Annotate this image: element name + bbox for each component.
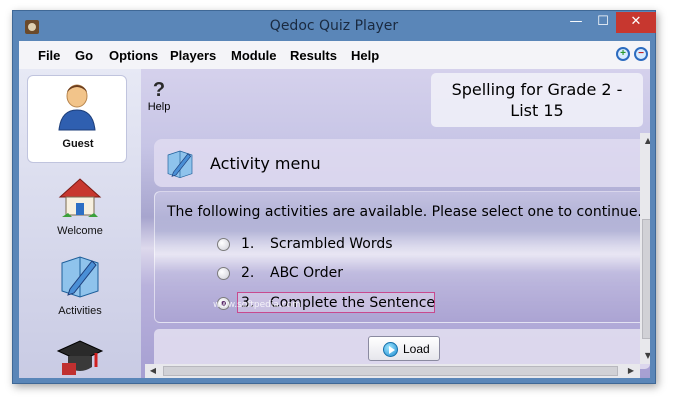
lesson-title-box: Spelling for Grade 2 - List 15 xyxy=(431,73,643,127)
scroll-left-arrow[interactable]: ◀ xyxy=(148,366,158,375)
scroll-right-arrow[interactable]: ▶ xyxy=(626,366,636,375)
sidebar-item-activities[interactable]: Activities xyxy=(19,245,141,325)
graduation-cap-icon xyxy=(56,340,104,375)
load-button[interactable]: Load xyxy=(368,336,440,361)
radio-button[interactable] xyxy=(217,267,230,280)
user-name: Guest xyxy=(62,138,94,150)
user-button[interactable]: Guest xyxy=(27,75,127,163)
scroll-up-arrow[interactable]: ▲ xyxy=(640,136,650,145)
help-label: Help xyxy=(147,101,171,113)
user-icon xyxy=(58,84,96,131)
load-bar: Load xyxy=(154,329,650,369)
activity-intro: The following activities are available. … xyxy=(167,204,642,220)
play-icon xyxy=(383,342,398,357)
help-button[interactable]: ? Help xyxy=(145,79,173,113)
sidebar-item-welcome-label: Welcome xyxy=(57,225,103,237)
sidebar-item-courses[interactable] xyxy=(19,331,141,378)
activity-title: Activity menu xyxy=(210,154,321,173)
sidebar: Guest Welcome Activities xyxy=(19,69,141,378)
menu-players[interactable]: Players xyxy=(170,48,216,63)
app-window: Qedoc Quiz Player — ☐ ✕ File Go Options … xyxy=(12,10,656,384)
sidebar-item-activities-label: Activities xyxy=(58,305,102,317)
horizontal-scroll-thumb[interactable] xyxy=(163,366,618,376)
option-number: 1. xyxy=(241,236,255,252)
menu-module[interactable]: Module xyxy=(231,48,277,63)
zoom-in-icon[interactable]: + xyxy=(616,47,630,61)
window-title: Qedoc Quiz Player xyxy=(269,18,399,34)
option-label: Scrambled Words xyxy=(270,236,393,252)
menu-options[interactable]: Options xyxy=(109,48,158,63)
horizontal-scrollbar[interactable]: ◀ ▶ xyxy=(145,364,640,378)
option-label: ABC Order xyxy=(270,265,343,281)
menu-file[interactable]: File xyxy=(38,48,60,63)
vertical-scroll-thumb[interactable] xyxy=(642,219,650,339)
sidebar-item-welcome[interactable]: Welcome xyxy=(19,169,141,239)
title-bar[interactable]: Qedoc Quiz Player — ☐ ✕ xyxy=(13,11,656,41)
maximize-button[interactable]: ☐ xyxy=(590,12,616,33)
book-pen-icon xyxy=(167,150,193,179)
option-number: 2. xyxy=(241,265,255,281)
vertical-scrollbar[interactable]: ▲ ▼ xyxy=(640,133,650,364)
minimize-button[interactable]: — xyxy=(562,12,590,33)
lesson-title-line1: Spelling for Grade 2 - xyxy=(451,80,623,99)
content-scroll-area: Activity menu The following activities a… xyxy=(145,133,650,378)
activity-panel: The following activities are available. … xyxy=(154,191,650,323)
radio-button[interactable] xyxy=(217,238,230,251)
lesson-title-line2: List 15 xyxy=(510,101,564,120)
close-button[interactable]: ✕ xyxy=(616,12,656,33)
menu-help[interactable]: Help xyxy=(351,48,379,63)
zoom-out-icon[interactable]: − xyxy=(634,47,648,61)
watermark: www.softpedia.com xyxy=(213,300,301,310)
menu-results[interactable]: Results xyxy=(290,48,337,63)
house-icon xyxy=(58,178,102,217)
activity-header: Activity menu xyxy=(154,139,650,187)
menu-go[interactable]: Go xyxy=(75,48,93,63)
main-pane: ? Help Spelling for Grade 2 - List 15 Ac… xyxy=(141,69,650,378)
load-button-label: Load xyxy=(403,342,430,356)
client-area: File Go Options Players Module Results H… xyxy=(19,41,650,378)
scroll-down-arrow[interactable]: ▼ xyxy=(640,351,650,360)
help-icon: ? xyxy=(152,79,166,101)
menu-bar: File Go Options Players Module Results H… xyxy=(19,41,650,69)
book-pen-icon xyxy=(61,256,99,298)
